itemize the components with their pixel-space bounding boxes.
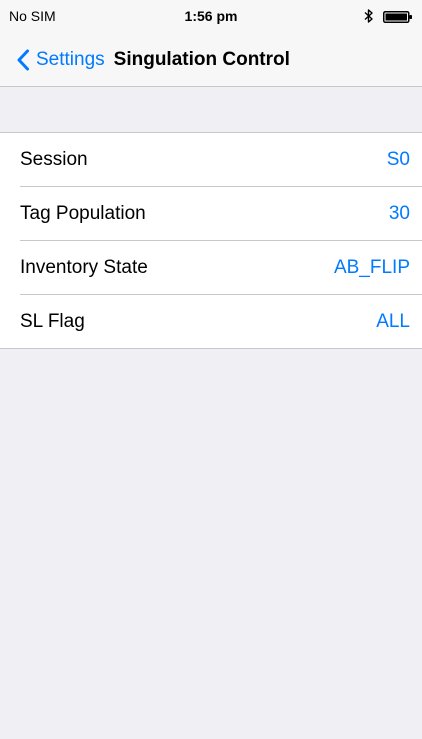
row-session[interactable]: Session S0 <box>0 133 422 186</box>
battery-icon <box>383 11 412 23</box>
status-bar: No SIM 1:56 pm <box>0 0 422 32</box>
navigation-bar: Settings Singulation Control <box>0 32 422 86</box>
back-button-label: Settings <box>36 49 105 70</box>
row-tag-population[interactable]: Tag Population 30 <box>0 186 422 240</box>
row-value: AB_FLIP <box>333 256 410 278</box>
row-label: SL Flag <box>20 310 85 332</box>
row-value: S0 <box>386 148 410 170</box>
row-value: ALL <box>376 310 410 332</box>
back-button[interactable]: Settings Singulation Control <box>16 46 290 74</box>
row-label: Inventory State <box>20 256 148 278</box>
row-inventory-state[interactable]: Inventory State AB_FLIP <box>0 240 422 294</box>
row-label: Tag Population <box>20 202 146 224</box>
chevron-left-icon <box>17 49 29 71</box>
row-sl-flag[interactable]: SL Flag ALL <box>0 294 422 348</box>
section-header-gap <box>0 87 422 132</box>
row-value: 30 <box>388 202 410 224</box>
bluetooth-icon <box>364 9 373 23</box>
status-time: 1:56 pm <box>184 8 238 24</box>
row-label: Session <box>20 148 88 170</box>
settings-list: Session S0 Tag Population 30 Inventory S… <box>0 132 422 349</box>
top-bar: No SIM 1:56 pm Settings Singulation Cont… <box>0 0 422 87</box>
page-title: Singulation Control <box>113 49 290 70</box>
